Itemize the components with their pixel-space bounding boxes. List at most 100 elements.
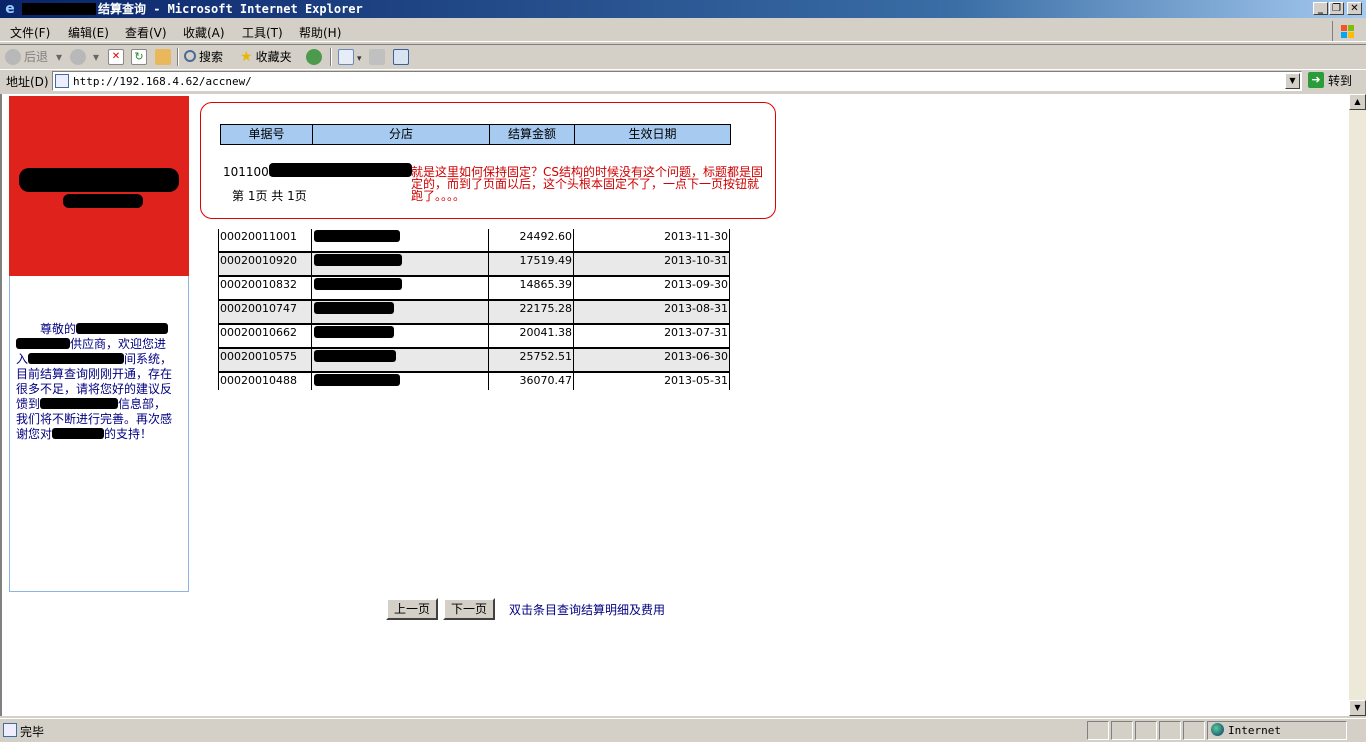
refresh-button[interactable]: ↻	[131, 49, 150, 65]
search-label: 搜索	[199, 50, 224, 64]
notice-part: 尊敬的	[40, 322, 77, 336]
column-header[interactable]: 结算金额	[490, 125, 575, 144]
close-button[interactable]: ✕	[1347, 2, 1362, 15]
history-icon	[306, 49, 322, 65]
effective-date: 2013-06-30	[574, 349, 730, 371]
address-label: 地址(D)	[6, 75, 49, 89]
address-input[interactable]	[73, 73, 1273, 89]
search-button[interactable]: 搜索	[184, 49, 223, 65]
table-row[interactable]: 00020010662 20041.38 2013-07-31	[218, 325, 730, 349]
forward-dropdown-icon[interactable]: ▾	[93, 49, 99, 65]
status-bar: 完毕 Internet	[0, 718, 1366, 742]
menu-file[interactable]: 文件(F)	[10, 24, 50, 41]
amount: 25752.51	[489, 349, 574, 371]
home-icon	[155, 49, 171, 65]
toolbar: 后退 ▾ ▾ ✕ ↻ 搜索 ★ 收藏夹 ▾	[0, 44, 1366, 68]
redaction	[314, 326, 394, 338]
table-row[interactable]: 00020010920 17519.49 2013-10-31	[218, 253, 730, 277]
table-row[interactable]: 00020010575 25752.51 2013-06-30	[218, 349, 730, 373]
effective-date: 2013-05-31	[574, 373, 730, 390]
address-dropdown-icon[interactable]: ▼	[1285, 73, 1300, 89]
table-row[interactable]: 00020010832 14865.39 2013-09-30	[218, 277, 730, 301]
status-pane	[1111, 721, 1133, 740]
doc-number: 00020010832	[218, 277, 312, 299]
history-button[interactable]	[306, 49, 325, 65]
redaction	[314, 278, 402, 290]
forward-button[interactable]	[70, 49, 89, 65]
star-icon: ★	[240, 49, 253, 65]
doc-number: 00020010575	[218, 349, 312, 371]
print-button[interactable]	[369, 49, 388, 65]
address-field[interactable]: ▼	[52, 71, 1302, 91]
back-label: 后退	[24, 50, 49, 64]
redaction	[314, 350, 396, 362]
menu-view[interactable]: 查看(V)	[125, 24, 167, 41]
edit-button[interactable]	[393, 49, 412, 65]
scroll-up-icon[interactable]: ▲	[1349, 94, 1366, 110]
prev-page-button[interactable]: 上一页	[386, 598, 439, 620]
doc-number: 00020010662	[218, 325, 312, 347]
favorites-button[interactable]: ★ 收藏夹	[240, 49, 292, 65]
address-bar: 地址(D) ▼ ➜ 转到	[0, 69, 1366, 93]
next-page-button[interactable]: 下一页	[443, 598, 496, 620]
column-header[interactable]: 生效日期	[575, 125, 730, 144]
go-label: 转到	[1328, 74, 1353, 88]
settlement-table: 00020011001 24492.60 2013-11-30 00020010…	[218, 229, 730, 390]
column-header[interactable]: 分店	[313, 125, 490, 144]
favorites-label: 收藏夹	[255, 50, 292, 64]
logo-banner	[9, 96, 189, 276]
doc-number: 00020010920	[218, 253, 312, 275]
amount: 36070.47	[489, 373, 574, 390]
redaction	[16, 338, 70, 349]
table-row[interactable]: 00020011001 24492.60 2013-11-30	[218, 229, 730, 253]
stop-icon: ✕	[108, 49, 124, 65]
restore-button[interactable]: ❐	[1329, 2, 1344, 15]
redaction	[314, 374, 400, 386]
status-pane	[1135, 721, 1157, 740]
branch-cell	[312, 349, 489, 371]
status-pane	[1087, 721, 1109, 740]
windows-flag-icon	[1332, 21, 1362, 41]
branch-cell	[312, 229, 489, 251]
vertical-scrollbar[interactable]: ▲ ▼	[1349, 94, 1366, 716]
stop-button[interactable]: ✕	[108, 49, 127, 65]
table-header: 单据号 分店 结算金额 生效日期	[220, 124, 731, 145]
redaction	[19, 168, 179, 192]
redaction	[22, 3, 96, 15]
doc-number: 00020010488	[218, 373, 312, 390]
notice-part: 的支持！	[104, 427, 153, 441]
minimize-button[interactable]: _	[1313, 2, 1328, 15]
redaction	[314, 230, 400, 242]
table-row[interactable]: 00020010488 36070.47 2013-05-31	[218, 373, 730, 390]
mail-button[interactable]: ▾	[338, 49, 362, 67]
menu-favorites[interactable]: 收藏(A)	[183, 24, 225, 41]
branch-cell	[312, 253, 489, 275]
back-dropdown-icon[interactable]: ▾	[56, 49, 62, 65]
status-pane	[1159, 721, 1181, 740]
globe-icon	[1211, 723, 1224, 736]
scroll-down-icon[interactable]: ▼	[1349, 700, 1366, 716]
branch-cell	[312, 325, 489, 347]
home-button[interactable]	[155, 49, 174, 65]
table-row[interactable]: 00020010747 22175.28 2013-08-31	[218, 301, 730, 325]
status-text: 完毕	[20, 725, 45, 739]
double-click-hint: 双击条目查询结算明细及费用	[509, 603, 666, 617]
printer-icon	[369, 49, 385, 65]
search-icon	[184, 50, 196, 62]
page-count-text: 第 1页 共 1页	[232, 189, 307, 203]
menu-help[interactable]: 帮助(H)	[299, 24, 341, 41]
annotation-callout: 单据号 分店 结算金额 生效日期 1011002 就是这里如何保持固定？CS结构…	[200, 102, 776, 219]
redaction	[314, 254, 402, 266]
effective-date: 2013-09-30	[574, 277, 730, 299]
menu-tools[interactable]: 工具(T)	[242, 24, 283, 41]
branch-cell	[312, 373, 489, 390]
menu-edit[interactable]: 编辑(E)	[68, 24, 109, 41]
column-header[interactable]: 单据号	[221, 125, 313, 144]
doc-number: 00020011001	[218, 229, 312, 251]
edit-page-icon	[393, 49, 409, 65]
back-button[interactable]: 后退	[5, 49, 48, 65]
welcome-panel: 尊敬的 供应商，欢迎您进入 间系统，目前结算查询刚刚开通，存在很多不足，请将您好的…	[9, 276, 189, 592]
mail-dropdown-icon: ▾	[357, 54, 362, 64]
go-button[interactable]: ➜ 转到	[1308, 72, 1352, 90]
toolbar-separator	[330, 48, 332, 66]
